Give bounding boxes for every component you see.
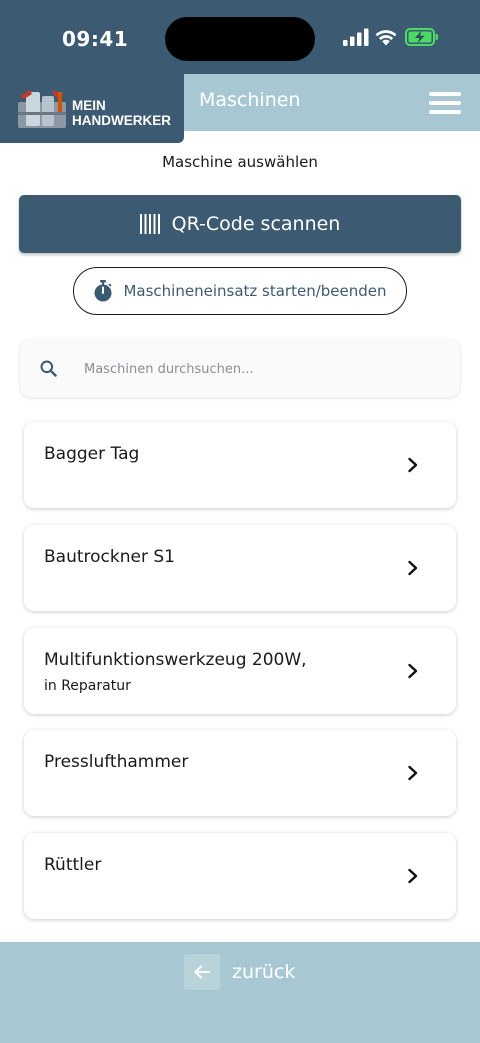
qr-scan-button[interactable]: QR-Code scannen [19, 195, 461, 253]
battery-charging-icon [405, 28, 438, 46]
stopwatch-icon [94, 280, 112, 302]
machine-list-item[interactable]: Bagger Tag [24, 422, 456, 508]
back-arrow-box [184, 954, 220, 990]
logo-line-2: HANDWERKER [72, 113, 171, 128]
search-box[interactable] [20, 339, 460, 397]
logo-line-1: MEIN [72, 98, 106, 113]
back-label: zurück [232, 961, 296, 983]
machine-usage-button[interactable]: Maschineneinsatz starten/beenden [73, 267, 407, 315]
chevron-right-icon [408, 765, 418, 781]
chevron-right-icon [408, 868, 418, 884]
search-input[interactable] [82, 351, 446, 387]
hamburger-menu-icon [429, 92, 461, 96]
status-time: 09:41 [62, 27, 129, 51]
machine-list-item[interactable]: Presslufthammer [24, 730, 456, 816]
page-title: Maschinen [199, 89, 301, 111]
machine-list-item[interactable]: Bautrockner S1 [24, 525, 456, 611]
barcode-icon [139, 214, 160, 234]
machine-status: in Reparatur [44, 678, 131, 694]
machine-usage-label: Maschineneinsatz starten/beenden [123, 282, 387, 300]
dynamic-island [165, 17, 315, 61]
machine-name: Bagger Tag [44, 444, 140, 464]
arrow-left-icon [194, 965, 210, 979]
machine-name: Multifunktionswerkzeug 200W, [44, 650, 307, 670]
hamburger-line [429, 110, 461, 114]
hamburger-menu-button[interactable] [426, 88, 464, 118]
hamburger-line [429, 101, 461, 105]
toolbox-logo-icon [18, 90, 66, 128]
chevron-right-icon [408, 663, 418, 679]
qr-scan-label: QR-Code scannen [171, 213, 341, 235]
machine-list-item[interactable]: Multifunktionswerkzeug 200W, in Reparatu… [24, 628, 456, 714]
machine-name: Bautrockner S1 [44, 547, 175, 567]
footer-bar: zurück [0, 942, 480, 1043]
machine-name: Presslufthammer [44, 752, 189, 772]
section-subtitle: Maschine auswählen [162, 153, 318, 171]
search-icon [40, 360, 57, 377]
chevron-right-icon [408, 457, 418, 473]
status-bar: 09:41 [0, 0, 480, 74]
machine-list-item[interactable]: Rüttler [24, 833, 456, 919]
logo-text: MEIN HANDWERKER [72, 98, 171, 128]
signal-icon [343, 28, 369, 46]
wifi-icon [375, 30, 397, 46]
back-button[interactable]: zurück [184, 954, 295, 990]
machine-name: Rüttler [44, 855, 102, 875]
chevron-right-icon [408, 560, 418, 576]
